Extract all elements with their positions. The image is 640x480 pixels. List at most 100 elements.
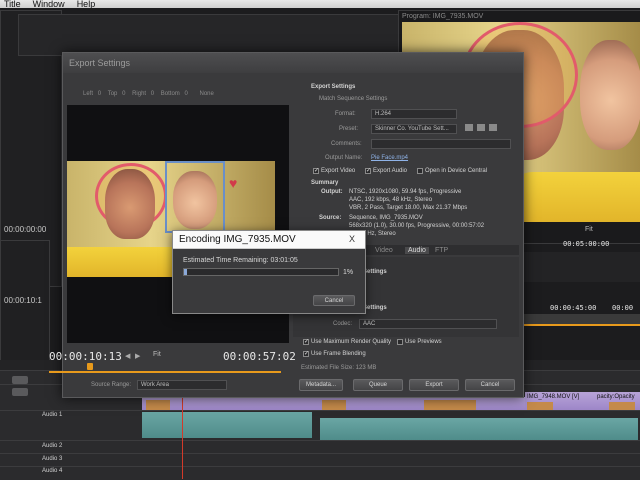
codec-select[interactable]: AAC xyxy=(359,319,497,329)
track-toggle-2[interactable] xyxy=(12,388,28,396)
format-select[interactable]: H.264 xyxy=(371,109,457,119)
crop-top-value[interactable]: 0 xyxy=(122,91,125,97)
encoding-title: Encoding IMG_7935.MOV xyxy=(179,234,296,245)
tab-video[interactable]: Video xyxy=(375,247,393,254)
crop-left-value[interactable]: 0 xyxy=(98,91,101,97)
export-button[interactable]: Export xyxy=(409,379,459,391)
encoding-dialog: Encoding IMG_7935.MOV X Estimated Time R… xyxy=(172,230,366,314)
source-range-select[interactable]: Work Area xyxy=(137,380,227,390)
duration-timecode: 00:00:57:02 xyxy=(223,350,296,363)
program-monitor-title[interactable]: Program: IMG_7935.MOV xyxy=(402,13,483,20)
work-area-bar[interactable] xyxy=(49,371,281,373)
audio-track-4-label: Audio 4 xyxy=(42,468,63,474)
crop-top-label: Top xyxy=(107,91,118,97)
codec-label: Codec: xyxy=(333,321,353,327)
comments-label: Comments: xyxy=(331,141,362,147)
menu-title[interactable]: Title xyxy=(4,0,21,8)
output-name-label: Output Name: xyxy=(325,155,363,161)
audio-track-3 xyxy=(0,453,640,467)
export-titlebar: Export Settings xyxy=(63,53,523,73)
open-device-checkbox[interactable] xyxy=(417,168,423,174)
progress-fill xyxy=(184,269,188,275)
open-device-label: Open in Device Central xyxy=(425,168,488,174)
crop-bottom-value[interactable]: 0 xyxy=(184,91,187,97)
delete-preset-icon[interactable] xyxy=(489,124,497,131)
timeline-playhead[interactable] xyxy=(182,398,183,479)
file-size: Estimated File Size: 123 MB xyxy=(301,365,377,371)
menu-bar: Title Window Help xyxy=(0,0,640,8)
tab-audio[interactable]: Audio xyxy=(405,247,429,254)
close-icon[interactable]: X xyxy=(349,234,355,244)
import-preset-icon[interactable] xyxy=(477,124,485,131)
program-tc-2: 00:00:45:00 xyxy=(550,304,597,312)
max-render-checkbox[interactable]: ✓ xyxy=(303,339,309,345)
program-controls xyxy=(522,252,640,282)
save-preset-icon[interactable] xyxy=(465,124,473,131)
source-line-2: 568x320 (1.0), 30.00 fps, Progressive, 0… xyxy=(349,223,485,229)
export-audio-label: Export Audio xyxy=(373,168,408,174)
export-video-checkbox[interactable]: ✓ xyxy=(313,168,319,174)
summary-section[interactable]: Summary xyxy=(311,180,338,186)
set-out-icon[interactable]: ▶ xyxy=(135,352,140,360)
comments-field[interactable] xyxy=(371,139,511,149)
crop-right-label: Right xyxy=(132,91,147,97)
program-tc-3: 00:00 xyxy=(612,304,634,312)
audio-track-2 xyxy=(0,440,640,454)
video-clip-label: IMG_7948.MOV [V] xyxy=(527,394,580,400)
encoding-cancel-button[interactable]: Cancel xyxy=(313,295,355,306)
thumb-1 xyxy=(146,400,170,410)
menu-help[interactable]: Help xyxy=(77,0,96,8)
source-playhead[interactable] xyxy=(87,363,93,370)
audio-track-1-label: Audio 1 xyxy=(42,412,63,418)
track-toggle-1[interactable] xyxy=(12,376,28,384)
child-face xyxy=(580,40,640,150)
audio-track-4 xyxy=(0,466,640,480)
video-clip-2[interactable] xyxy=(320,397,525,410)
output-label: Output: xyxy=(321,189,343,195)
preview-child-face xyxy=(173,171,217,229)
frame-blending-checkbox[interactable]: ✓ xyxy=(303,351,309,357)
left-timecode-top: 00:00:00:00 xyxy=(4,225,47,234)
audio-clip-1[interactable] xyxy=(142,412,312,438)
preset-select[interactable]: Skinner Co. YouTube Sett... xyxy=(371,124,457,134)
export-title: Export Settings xyxy=(69,58,131,68)
preview-heart-icon: ♥ xyxy=(229,175,238,191)
video-clip-opacity: pacity:Opacity xyxy=(597,394,635,400)
audio-track-2-label: Audio 2 xyxy=(42,443,63,449)
crop-right-value[interactable]: 0 xyxy=(151,91,154,97)
cancel-button[interactable]: Cancel xyxy=(465,379,515,391)
set-in-icon[interactable]: ◀ xyxy=(125,352,130,360)
settings-heading-2: Settings xyxy=(363,305,387,311)
use-previews-label: Use Previews xyxy=(405,339,442,345)
queue-button[interactable]: Queue xyxy=(353,379,403,391)
output-line-1: NTSC, 1920x1080, 59.94 fps, Progressive xyxy=(349,189,462,195)
menu-window[interactable]: Window xyxy=(33,0,65,8)
preset-label: Preset: xyxy=(339,126,359,132)
progress-percent: 1% xyxy=(343,269,354,276)
metadata-button[interactable]: Metadata... xyxy=(299,379,343,391)
format-label: Format: xyxy=(335,111,356,117)
crop-proportions-select[interactable]: None xyxy=(199,91,213,97)
current-timecode[interactable]: 00:00:10:13 xyxy=(49,350,122,363)
match-sequence-checkbox[interactable]: Match Sequence Settings xyxy=(319,96,387,102)
frame-blending-label: Use Frame Blending xyxy=(311,351,366,357)
use-previews-checkbox[interactable] xyxy=(397,339,403,345)
program-zoom[interactable]: Fit xyxy=(585,226,593,233)
export-settings-section[interactable]: Export Settings xyxy=(311,84,355,90)
source-crop-toolbar: Left 0 Top 0 Right 0 Bottom 0 None xyxy=(67,91,287,101)
export-audio-checkbox[interactable]: ✓ xyxy=(365,168,371,174)
output-name-link[interactable]: Pie Face.mp4 xyxy=(371,155,408,161)
audio-clip-2[interactable] xyxy=(320,418,638,440)
preview-man-face xyxy=(105,169,155,239)
timeline-ruler xyxy=(522,314,640,326)
thumb-4 xyxy=(527,402,553,410)
program-tc-1: 00:05:00:00 xyxy=(563,240,610,248)
game-table xyxy=(512,172,640,222)
time-remaining: Estimated Time Remaining: 03:01:05 xyxy=(183,257,298,264)
thumb-2 xyxy=(322,400,346,410)
preview-zoom-select[interactable]: Fit xyxy=(153,351,161,358)
tab-ftp[interactable]: FTP xyxy=(435,247,448,254)
max-render-label: Use Maximum Render Quality xyxy=(311,339,392,345)
source-range-label: Source Range: xyxy=(91,382,132,388)
crop-left-label: Left xyxy=(83,91,94,97)
